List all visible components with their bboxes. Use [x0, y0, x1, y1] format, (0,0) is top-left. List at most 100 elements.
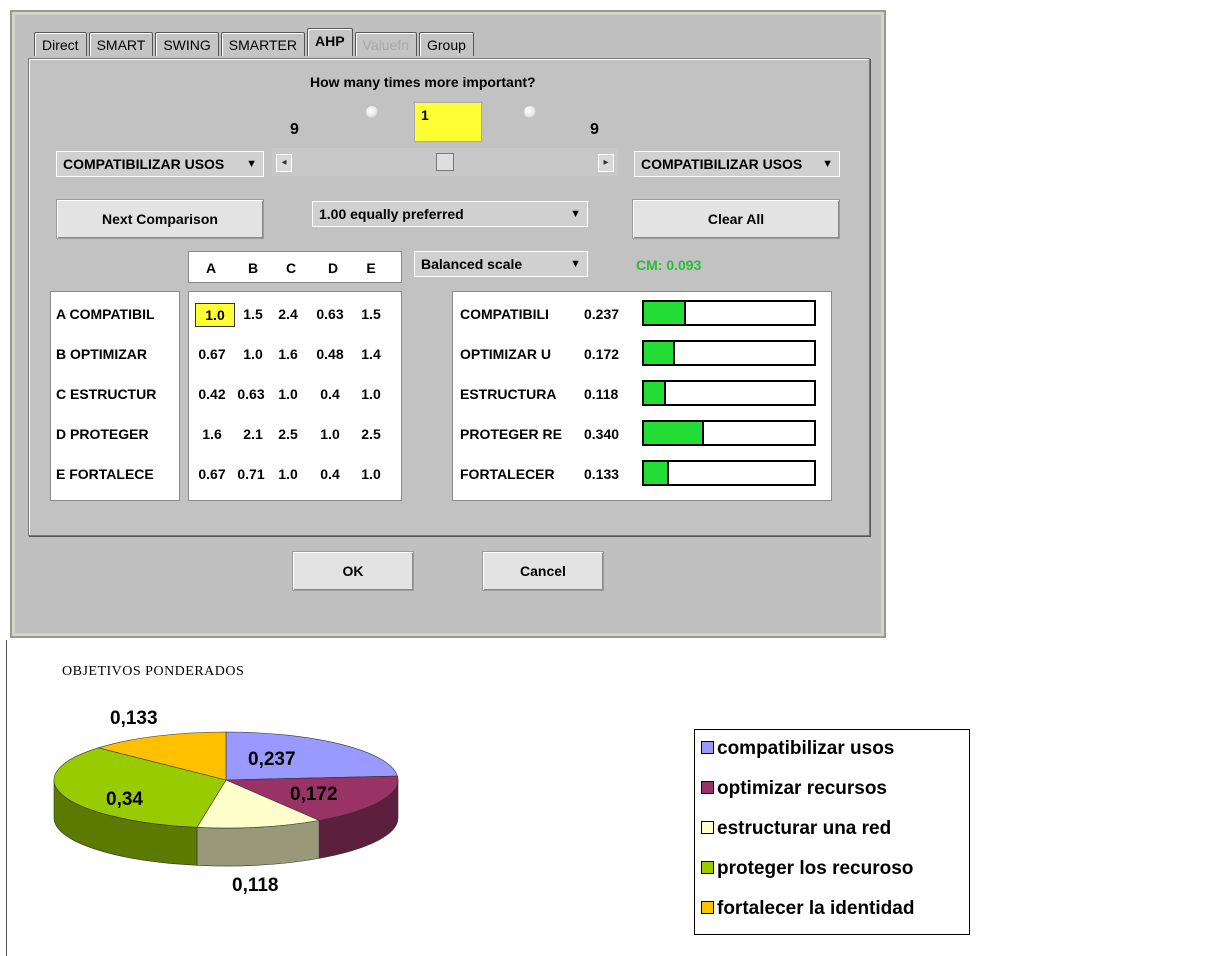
consistency-measure: CM: 0.093 — [636, 257, 702, 273]
matrix-cell[interactable]: 0.42 — [192, 386, 232, 402]
legend-swatch — [701, 781, 714, 794]
legend-label: estructurar una red — [717, 818, 892, 839]
clear-all-button[interactable]: Clear All — [632, 199, 840, 239]
legend-label: proteger los recuroso — [717, 858, 914, 879]
weight-bar-fill — [644, 422, 704, 444]
chevron-left-icon[interactable]: ◂ — [276, 154, 292, 172]
scale-select[interactable]: Balanced scale ▼ — [414, 251, 588, 277]
legend-item: optimizar recursos — [701, 778, 887, 800]
result-label: OPTIMIZAR U — [460, 346, 551, 362]
chevron-down-icon: ▼ — [570, 208, 581, 220]
weight-bar — [642, 460, 816, 486]
pie-data-label: 0,133 — [110, 708, 158, 729]
matrix-cell[interactable]: 1.0 — [310, 426, 350, 442]
matrix-cell[interactable]: 1.0 — [270, 466, 306, 482]
scale-value: Balanced scale — [421, 256, 523, 272]
matrix-cell[interactable]: 1.0 — [355, 466, 387, 482]
matrix-cell[interactable]: 1.5 — [355, 306, 387, 322]
legend-item: proteger los recuroso — [701, 858, 913, 880]
weight-bar-fill — [644, 342, 675, 364]
matrix-row-label: A COMPATIBIL — [56, 306, 155, 322]
matrix-cell[interactable]: 1.4 — [355, 346, 387, 362]
matrix-cell[interactable]: 0.4 — [310, 466, 350, 482]
result-label: COMPATIBILI — [460, 306, 549, 322]
weight-bar — [642, 380, 816, 406]
weight-bar — [642, 300, 816, 326]
matrix-col-header: D — [327, 260, 339, 276]
matrix-row-label: E FORTALECE — [56, 466, 154, 482]
weight-bar — [642, 340, 816, 366]
matrix-cell[interactable]: 0.71 — [232, 466, 270, 482]
pie-data-label: 0,237 — [248, 749, 296, 770]
matrix-row-label: D PROTEGER — [56, 426, 149, 442]
right-criterion-value: COMPATIBILIZAR USOS — [641, 156, 803, 172]
matrix-cell[interactable]: 1.0 — [195, 303, 235, 327]
matrix-cell[interactable]: 1.6 — [270, 346, 306, 362]
matrix-row-label: C ESTRUCTUR — [56, 386, 157, 402]
matrix-col-header: C — [285, 260, 297, 276]
matrix-cell[interactable]: 0.63 — [310, 306, 350, 322]
method-tabs: Direct SMART SWING SMARTER AHP Valuefn G… — [34, 28, 476, 58]
tab-smarter[interactable]: SMARTER — [220, 32, 305, 56]
matrix-col-header: E — [366, 260, 376, 276]
right-criterion-select[interactable]: COMPATIBILIZAR USOS ▼ — [634, 151, 840, 177]
result-value: 0.172 — [584, 346, 620, 362]
legend-swatch — [701, 901, 714, 914]
preference-value: 1.00 equally preferred — [319, 206, 464, 222]
legend-label: fortalecer la identidad — [717, 898, 915, 919]
legend-swatch — [701, 821, 714, 834]
tab-swing[interactable]: SWING — [155, 32, 219, 56]
cancel-button[interactable]: Cancel — [482, 551, 604, 591]
matrix-cell[interactable]: 1.0 — [237, 346, 269, 362]
matrix-cell[interactable]: 0.63 — [232, 386, 270, 402]
matrix-cell[interactable]: 0.48 — [310, 346, 350, 362]
ratio-slider[interactable]: ◂ ▸ — [272, 148, 618, 176]
left-criterion-select[interactable]: COMPATIBILIZAR USOS ▼ — [56, 151, 264, 177]
legend-swatch — [701, 741, 714, 754]
left-direction-radio[interactable] — [366, 106, 378, 118]
right-direction-radio[interactable] — [524, 106, 536, 118]
matrix-cell[interactable]: 0.67 — [192, 346, 232, 362]
chart-legend: compatibilizar usos optimizar recursos e… — [694, 729, 970, 935]
chevron-down-icon: ▼ — [570, 258, 581, 270]
tab-group[interactable]: Group — [418, 32, 474, 56]
matrix-cell[interactable]: 0.4 — [310, 386, 350, 402]
matrix-cell[interactable]: 2.4 — [270, 306, 306, 322]
tab-valuefn: Valuefn — [354, 32, 417, 56]
tab-smart[interactable]: SMART — [88, 32, 154, 56]
ratio-value-field[interactable]: 1 — [414, 102, 482, 142]
legend-item: fortalecer la identidad — [701, 898, 914, 920]
matrix-cell[interactable]: 2.5 — [355, 426, 387, 442]
matrix-cell[interactable]: 1.5 — [237, 306, 269, 322]
matrix-col-header: A — [205, 260, 217, 276]
tab-direct[interactable]: Direct — [34, 32, 87, 56]
result-label: FORTALECER — [460, 466, 555, 482]
legend-swatch — [701, 861, 714, 874]
preference-select[interactable]: 1.00 equally preferred ▼ — [312, 201, 588, 227]
matrix-cell[interactable]: 2.1 — [237, 426, 269, 442]
result-label: ESTRUCTURA — [460, 386, 557, 402]
next-comparison-button[interactable]: Next Comparison — [56, 199, 264, 239]
matrix-cell[interactable]: 1.6 — [192, 426, 232, 442]
result-value: 0.118 — [584, 386, 619, 402]
ok-button[interactable]: OK — [292, 551, 414, 591]
right-scale-max: 9 — [590, 121, 599, 138]
result-value: 0.237 — [584, 306, 620, 322]
chevron-right-icon[interactable]: ▸ — [598, 154, 614, 172]
matrix-cell[interactable]: 2.5 — [270, 426, 306, 442]
matrix-cell[interactable]: 1.0 — [355, 386, 387, 402]
matrix-row-label: B OPTIMIZAR — [56, 346, 147, 362]
weight-bar-fill — [644, 382, 666, 404]
chart-title: OBJETIVOS PONDERADOS — [62, 664, 245, 679]
matrix-cell[interactable]: 1.0 — [270, 386, 306, 402]
pie-data-label: 0,34 — [106, 789, 143, 810]
slider-thumb[interactable] — [436, 153, 454, 171]
result-value: 0.340 — [584, 426, 620, 442]
tab-ahp[interactable]: AHP — [306, 28, 353, 56]
legend-item: compatibilizar usos — [701, 738, 894, 760]
weights-pie-chart — [53, 731, 399, 867]
pie-data-label: 0,172 — [290, 784, 338, 805]
matrix-cell[interactable]: 0.67 — [192, 466, 232, 482]
result-value: 0.133 — [584, 466, 620, 482]
weight-bar — [642, 420, 816, 446]
